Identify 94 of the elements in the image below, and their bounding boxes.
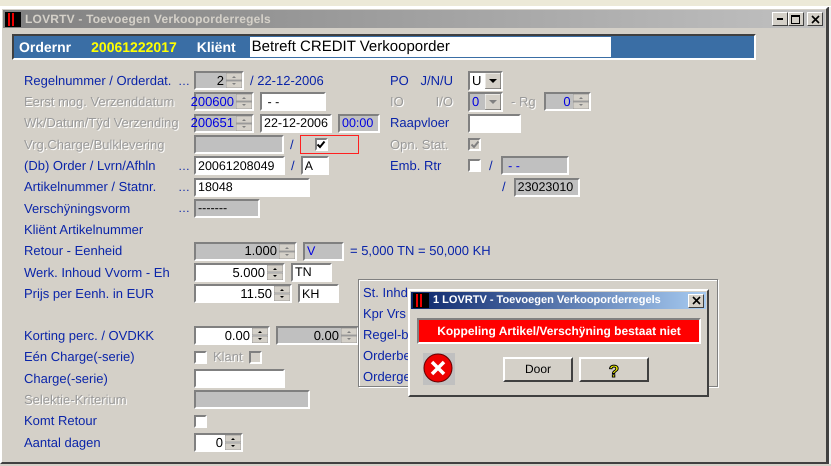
field-label: J/N/U (420, 72, 453, 90)
summary-label: Orderbe (363, 347, 411, 365)
number-spinner[interactable]: 0.00 (194, 326, 270, 346)
input-field[interactable] (194, 390, 310, 410)
minimize-button[interactable] (772, 12, 788, 26)
number-spinner[interactable]: 11.50 (194, 284, 292, 304)
input-field[interactable]: ------- (194, 198, 260, 218)
field-label: I/O (436, 93, 453, 112)
dialog-title: 1 LOVRTV - Toevoegen Verkooporderregels (433, 293, 661, 308)
summary-label: Orderge (363, 368, 411, 386)
input-field[interactable]: 23023010 (514, 178, 580, 197)
field-label: - Rg (511, 93, 536, 112)
field-label: Aantal dagen (24, 434, 102, 452)
field-label: Eerst mog. Verzenddatum (24, 93, 176, 112)
close-button[interactable] (807, 12, 823, 26)
checkbox[interactable] (194, 414, 207, 428)
field-label: Opn. Stat. (390, 136, 449, 154)
checkbox[interactable] (194, 350, 207, 364)
field-label: Kliënt Artikelnummer (24, 220, 144, 239)
spin-arrows-icon[interactable] (274, 286, 290, 302)
lookup-dots[interactable]: … (178, 178, 194, 196)
info-text: = 5,000 TN = 50,000 KH (350, 242, 491, 260)
summary-label: St. Inhd (363, 284, 408, 302)
field-label: Regelnummer / Orderdat. (24, 72, 172, 90)
input-field[interactable] (194, 369, 285, 388)
number-spinner[interactable]: 5.000 (194, 262, 285, 282)
input-field[interactable]: 18048 (194, 178, 310, 197)
field-label: Klant (213, 348, 243, 366)
input-field[interactable]: A (300, 156, 329, 176)
client-field[interactable]: Betreft CREDIT Verkooporder (250, 37, 611, 57)
app-icon (5, 12, 21, 26)
field-label: Selektie-Kriterium (24, 391, 128, 410)
field-label: (Db) Order / Lvrn/Afhln (24, 157, 156, 176)
window-title: LOVRTV - Toevoegen Verkooporderregels (25, 11, 271, 28)
close-button[interactable] (688, 294, 704, 308)
input-field[interactable]: TN (291, 262, 332, 282)
separator-text: / (290, 136, 294, 154)
maximize-button[interactable] (788, 12, 804, 26)
input-field[interactable]: KH (298, 284, 339, 304)
spin-arrows-icon[interactable] (252, 328, 268, 344)
field-label: Retour - Eenheid (24, 242, 124, 260)
field-label: Werk. Inhoud Vvorm - Eh (24, 264, 171, 282)
spin-arrows-icon[interactable] (225, 434, 241, 450)
checkbox[interactable] (468, 159, 481, 172)
input-field[interactable]: V (303, 242, 344, 261)
field-label: Verschÿningsvorm (24, 200, 132, 218)
close-icon[interactable] (810, 14, 820, 24)
client-label: Kliënt (196, 38, 236, 56)
close-icon[interactable] (692, 296, 700, 305)
spin-arrows-icon[interactable] (267, 264, 283, 280)
input-field[interactable]: 22-12-2006 (260, 114, 332, 133)
minimize-icon[interactable] (776, 18, 783, 20)
error-message: Koppeling Artikel/Verschÿning bestaat niet (417, 318, 701, 344)
field-label: Artikelnummer / Statnr. (24, 178, 158, 196)
field-label: Komt Retour (24, 412, 98, 430)
input-field[interactable]: 20061208049 (194, 156, 285, 176)
lookup-dots[interactable]: … (178, 199, 194, 218)
info-text: / 22-12-2006 (250, 72, 324, 90)
field-label: Emb. Rtr (390, 157, 442, 176)
field-label: Wk/Datum/Tÿd Verzending (24, 114, 178, 132)
number-spinner[interactable]: 0.00 (276, 326, 359, 346)
field-label: PO (390, 72, 409, 90)
separator-text: / (502, 178, 506, 196)
lookup-dots[interactable]: … (178, 156, 194, 175)
field-label: Korting perc. / OVDKK (24, 327, 156, 346)
input-field[interactable]: - - (500, 156, 569, 176)
error-icon (423, 353, 455, 385)
input-field[interactable]: 00:00 (338, 114, 380, 133)
summary-label: Regel-b (363, 326, 409, 344)
maximize-icon[interactable] (791, 14, 800, 24)
field-label: Charge(-serie) (24, 370, 109, 388)
summary-label: Kpr Vrs (363, 305, 406, 323)
order-number: 20061222017 (91, 38, 177, 56)
field-label: Raapvloer (390, 114, 450, 132)
field-label: Prijs per Eenh. in EUR (24, 284, 156, 303)
input-field[interactable] (468, 114, 521, 133)
number-spinner[interactable]: 0 (544, 92, 591, 112)
field-label: Vrg.Charge/Bulklevering (24, 136, 166, 154)
checkbox[interactable] (314, 138, 328, 152)
separator-text: / (489, 157, 493, 176)
input-field[interactable]: - - (260, 92, 326, 112)
door-button[interactable]: Door (503, 356, 573, 382)
field-label: Eén Charge(-serie) (24, 348, 136, 366)
input-field[interactable] (194, 135, 284, 154)
order-label: Ordernr (19, 38, 72, 56)
dropdown[interactable]: U (468, 70, 503, 91)
lookup-dots[interactable]: … (178, 72, 194, 90)
number-spinner[interactable]: 2 (194, 71, 244, 90)
number-spinner[interactable]: 1.000 (194, 242, 297, 261)
field-label: IO (390, 93, 404, 112)
number-spinner[interactable]: 0 (194, 432, 243, 452)
dropdown-arrow-icon[interactable] (485, 72, 501, 89)
app-icon (413, 293, 429, 308)
separator-text: / (291, 157, 295, 176)
